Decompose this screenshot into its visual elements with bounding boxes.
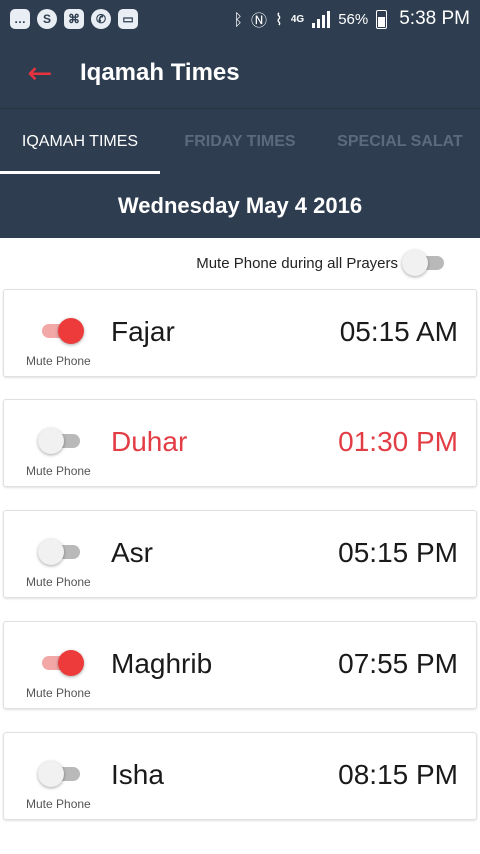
mute-toggle-maghrib[interactable] [42, 650, 84, 676]
nfc-icon: Ⓝ [251, 11, 268, 30]
prayer-card-duhar: Mute Phone Duhar 01:30 PM [3, 399, 477, 487]
toggle-knob [58, 650, 84, 676]
network-type: 4G [290, 13, 305, 25]
status-bar: … S ⌘ ✆ ▭ ᛒ Ⓝ ⌇ 4G 56% 5:38 PM [0, 0, 480, 38]
back-arrow-icon[interactable]: ← [0, 38, 80, 108]
prayer-time: 08:15 PM [338, 759, 458, 790]
skype-icon: S [37, 9, 57, 29]
toggle-knob [38, 428, 64, 454]
mute-toggle-asr[interactable] [38, 539, 80, 565]
mute-toggle-isha[interactable] [38, 761, 80, 787]
prayer-card-asr: Mute Phone Asr 05:15 PM [3, 510, 477, 598]
battery-percent: 56% [338, 10, 369, 28]
toggle-knob [38, 761, 64, 787]
prayer-name: Duhar [111, 426, 188, 457]
prayer-name: Asr [111, 537, 153, 568]
tab-iqamah-times[interactable]: IQAMAH TIMES [0, 109, 160, 174]
app-bar: ← Iqamah Times [0, 38, 480, 108]
mute-phone-label: Mute Phone [26, 575, 91, 589]
whatsapp-icon: ✆ [91, 9, 111, 29]
prayer-time: 05:15 PM [338, 537, 458, 568]
mute-toggle-fajar[interactable] [42, 318, 84, 344]
mute-phone-label: Mute Phone [26, 686, 91, 700]
mute-phone-label: Mute Phone [26, 797, 91, 811]
tab-special-salat[interactable]: SPECIAL SALAT [320, 109, 480, 174]
bluetooth-icon: ᛒ [233, 9, 244, 29]
mute-all-row: Mute Phone during all Prayers [0, 246, 480, 280]
clock: 5:38 PM [399, 8, 470, 29]
tab-bar: IQAMAH TIMES FRIDAY TIMES SPECIAL SALAT [0, 108, 480, 174]
prayer-time: 01:30 PM [338, 426, 458, 457]
toggle-knob [58, 318, 84, 344]
prayer-time: 05:15 AM [339, 316, 458, 347]
mute-phone-label: Mute Phone [26, 354, 91, 368]
mute-toggle-duhar[interactable] [38, 428, 80, 454]
toggle-knob [402, 250, 428, 276]
tab-friday-times[interactable]: FRIDAY TIMES [160, 109, 320, 174]
mute-all-label: Mute Phone during all Prayers [196, 254, 398, 272]
vibrate-icon: ⌇ [275, 9, 283, 29]
prayer-name: Maghrib [111, 648, 213, 679]
messages-icon: … [10, 9, 30, 29]
toggle-knob [38, 539, 64, 565]
pdf-icon: ⌘ [64, 9, 84, 29]
date-header: Wednesday May 4 2016 [0, 174, 480, 238]
battery-icon [376, 9, 388, 29]
prayer-name: Fajar [111, 316, 175, 347]
gallery-icon: ▭ [118, 9, 138, 29]
prayer-card-fajar: Mute Phone Fajar 05:15 AM [3, 289, 477, 377]
prayer-name: Isha [111, 759, 164, 790]
signal-icon [312, 10, 331, 28]
prayer-card-isha: Mute Phone Isha 08:15 PM [3, 732, 477, 820]
page-title: Iqamah Times [80, 59, 240, 86]
mute-phone-label: Mute Phone [26, 464, 91, 478]
prayer-time: 07:55 PM [338, 648, 458, 679]
system-icons: ᛒ Ⓝ ⌇ 4G 56% 5:38 PM [233, 7, 470, 31]
mute-all-toggle[interactable] [402, 250, 444, 276]
notification-icons: … S ⌘ ✆ ▭ [10, 9, 138, 29]
prayer-card-maghrib: Mute Phone Maghrib 07:55 PM [3, 621, 477, 709]
